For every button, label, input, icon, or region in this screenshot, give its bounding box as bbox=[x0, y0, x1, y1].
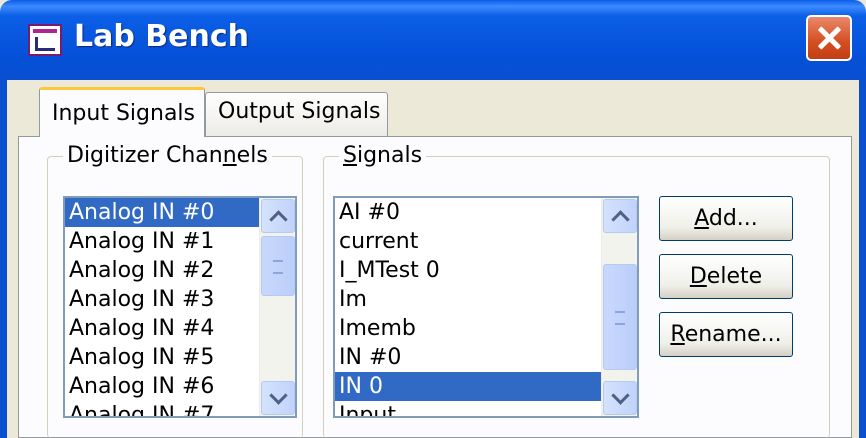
close-button[interactable] bbox=[806, 15, 852, 61]
window-title: Lab Bench bbox=[74, 19, 249, 54]
add-mnemonic: A bbox=[694, 206, 709, 231]
list-item[interactable]: Analog IN #7 bbox=[65, 401, 259, 416]
scroll-thumb[interactable] bbox=[603, 264, 637, 370]
signals-scrollbar[interactable] bbox=[601, 198, 637, 416]
rename-mnemonic: R bbox=[670, 322, 685, 347]
list-item[interactable]: Analog IN #0 bbox=[65, 198, 259, 227]
list-item[interactable]: IN 0 bbox=[335, 372, 601, 401]
window-border-right bbox=[859, 80, 866, 438]
title-bar[interactable]: Lab Bench bbox=[0, 0, 866, 80]
list-item[interactable]: Im bbox=[335, 285, 601, 314]
list-item[interactable]: Analog IN #5 bbox=[65, 343, 259, 372]
rename-button[interactable]: Rename... bbox=[659, 312, 793, 357]
tab-input-signals-label: Input Signals bbox=[52, 101, 195, 126]
list-item[interactable]: IN #0 bbox=[335, 343, 601, 372]
list-item[interactable]: Input bbox=[335, 401, 601, 416]
scroll-thumb[interactable] bbox=[261, 236, 295, 296]
tab-output-signals[interactable]: Output Signals bbox=[205, 92, 388, 136]
digitizer-channels-list[interactable]: Analog IN #0 Analog IN #1 Analog IN #2 Anal… bbox=[63, 196, 297, 418]
scroll-down-arrow-icon[interactable] bbox=[603, 381, 637, 415]
scroll-up-arrow-icon[interactable] bbox=[261, 199, 295, 233]
list-item[interactable]: AI #0 bbox=[335, 198, 601, 227]
list-item[interactable]: Imemb bbox=[335, 314, 601, 343]
signals-list[interactable]: AI #0 current I_MTest 0 Im Imemb IN #0 IN 0 Inp… bbox=[333, 196, 639, 418]
list-item[interactable]: Analog IN #4 bbox=[65, 314, 259, 343]
tab-output-signals-label: Output Signals bbox=[218, 99, 381, 124]
digitizer-scrollbar[interactable] bbox=[259, 198, 295, 416]
signals-label: Signals bbox=[339, 143, 427, 168]
lab-bench-window: Lab Bench Input Signals Output Signals D… bbox=[0, 0, 866, 438]
list-item[interactable]: I_MTest 0 bbox=[335, 256, 601, 285]
delete-mnemonic: D bbox=[689, 264, 707, 289]
tab-input-signals[interactable]: Input Signals bbox=[39, 87, 205, 137]
add-button[interactable]: Add... bbox=[659, 196, 793, 241]
add-label: dd... bbox=[708, 206, 758, 231]
list-item[interactable]: Analog IN #3 bbox=[65, 285, 259, 314]
scroll-down-arrow-icon[interactable] bbox=[261, 381, 295, 415]
digitizer-channels-label: Digitizer Channels bbox=[63, 143, 272, 168]
delete-label: elete bbox=[706, 264, 763, 289]
window-border-left bbox=[0, 80, 7, 438]
delete-button[interactable]: Delete bbox=[659, 254, 793, 299]
scroll-up-arrow-icon[interactable] bbox=[603, 199, 637, 233]
lab-bench-app-icon[interactable] bbox=[28, 24, 62, 56]
list-item[interactable]: Analog IN #1 bbox=[65, 227, 259, 256]
list-item[interactable]: Analog IN #2 bbox=[65, 256, 259, 285]
list-item[interactable]: current bbox=[335, 227, 601, 256]
rename-label: ename... bbox=[684, 322, 782, 347]
list-item[interactable]: Analog IN #6 bbox=[65, 372, 259, 401]
